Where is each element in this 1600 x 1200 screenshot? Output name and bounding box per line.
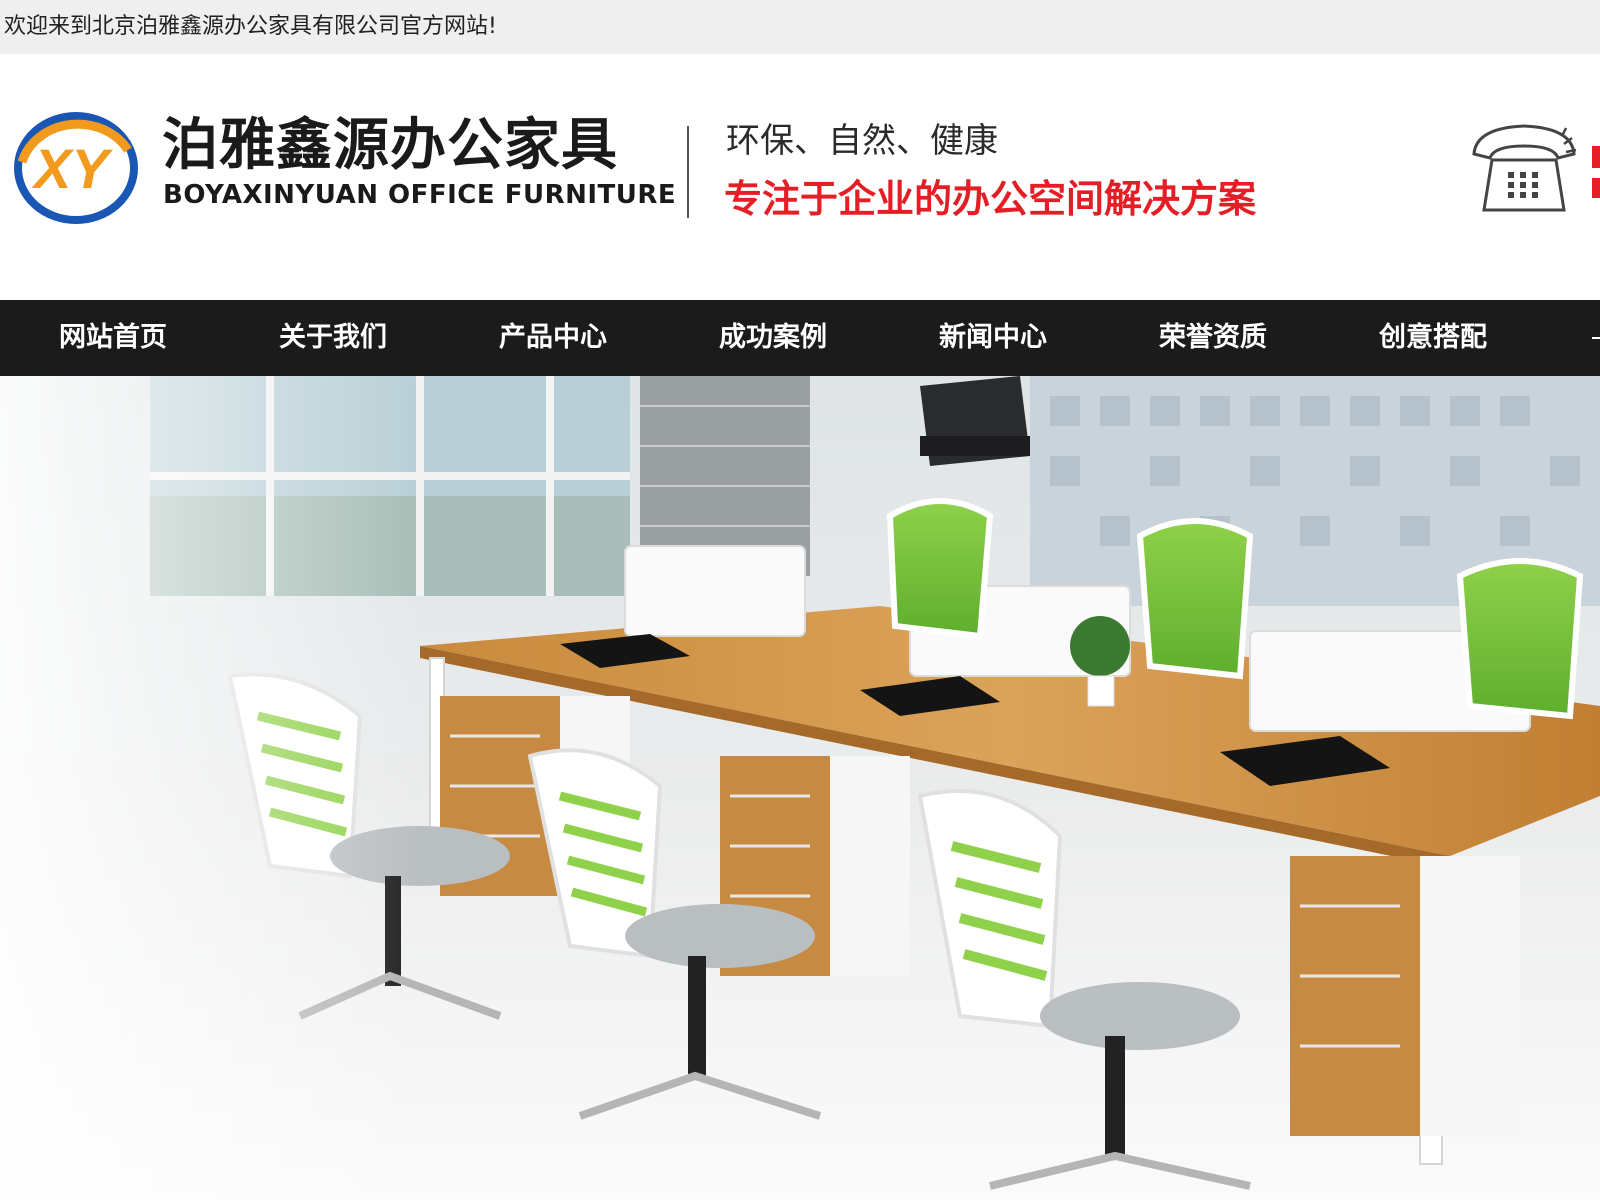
site-header: XY 泊雅鑫源办公家具 BOYAXINYUAN OFFICE FURNITURE… (0, 54, 1600, 300)
slogan-secondary: 专注于企业的办公空间解决方案 (724, 177, 1257, 221)
nav-item-creative[interactable]: 创意搭配 (1333, 300, 1533, 376)
nav-item-news[interactable]: 新闻中心 (893, 300, 1093, 376)
telephone-icon (1466, 114, 1582, 214)
top-welcome-bar: 欢迎来到北京泊雅鑫源办公家具有限公司官方网站! (0, 0, 1600, 54)
header-divider (687, 126, 689, 218)
hero-banner[interactable] (0, 376, 1600, 1200)
logo-mark-text: XY (31, 137, 113, 200)
nav-item-home[interactable]: 网站首页 (13, 300, 213, 376)
nav-item-honors[interactable]: 荣誉资质 (1113, 300, 1313, 376)
nav-item-products[interactable]: 产品中心 (453, 300, 653, 376)
drawer-pedestal-right (1290, 856, 1520, 1136)
logo-name-en: BOYAXINYUAN OFFICE FURNITURE (163, 180, 677, 210)
nav-overflow-edge (1592, 337, 1600, 339)
nav-item-cases[interactable]: 成功案例 (673, 300, 873, 376)
office-workstation-photo (0, 376, 1600, 1200)
logo-mark-icon[interactable]: XY (12, 110, 142, 226)
welcome-text: 欢迎来到北京泊雅鑫源办公家具有限公司官方网站! (4, 14, 497, 39)
nav-item-about[interactable]: 关于我们 (233, 300, 433, 376)
logo-name-cn[interactable]: 泊雅鑫源办公家具 (162, 118, 618, 174)
slogan-primary: 环保、自然、健康 (726, 121, 998, 161)
phone-number-edge (1590, 142, 1600, 202)
main-nav: 网站首页 关于我们 产品中心 成功案例 新闻中心 荣誉资质 创意搭配 (0, 300, 1600, 376)
